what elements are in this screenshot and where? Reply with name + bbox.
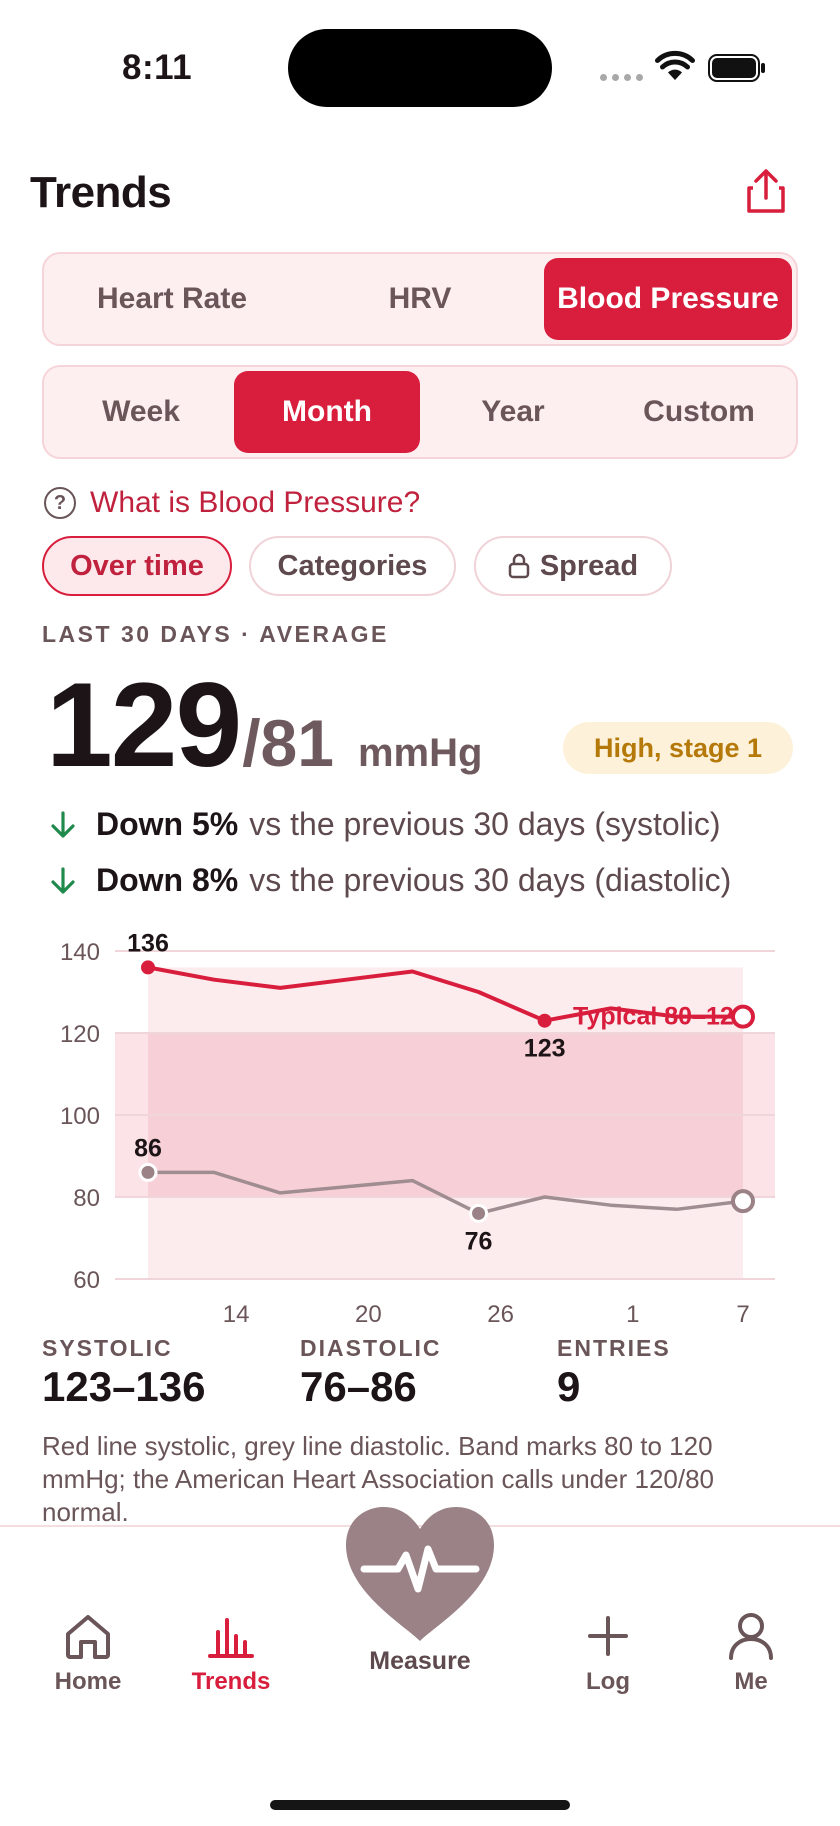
tab-heart-rate[interactable]: Heart Rate (48, 258, 296, 340)
stat-value-entries: 9 (557, 1363, 581, 1410)
tab-hrv[interactable]: HRV (296, 258, 544, 340)
point-label: 86 (134, 1134, 162, 1162)
y-tick-label: 80 (73, 1185, 100, 1212)
tab-trends[interactable]: Trends (161, 1612, 301, 1696)
tab-home-label: Home (54, 1668, 122, 1695)
cellular-signal-icon (600, 74, 644, 82)
systolic-point (141, 960, 155, 975)
share-icon[interactable] (744, 168, 788, 214)
systolic-point (537, 1013, 552, 1028)
trend-text: vs the previous 30 days (systolic) (249, 806, 721, 842)
dynamic-island (288, 29, 552, 107)
range-week[interactable]: Week (48, 371, 234, 453)
plus-icon (588, 1616, 628, 1656)
stat-label-systolic: SYSTOLIC (42, 1335, 173, 1361)
tab-trends-label: Trends (191, 1668, 271, 1695)
tab-me[interactable]: Me (681, 1612, 821, 1696)
heart-pulse-icon (346, 1507, 494, 1641)
average-reading: 129 /81 mmHg (46, 656, 482, 794)
x-tick-label: 20 (355, 1301, 382, 1328)
page-title: Trends (30, 168, 172, 217)
chip-spread-label: Spread (539, 549, 639, 582)
question-icon: ? (44, 487, 76, 519)
arrow-down-icon (51, 810, 75, 838)
y-tick-label: 140 (60, 939, 100, 966)
person-icon (729, 1613, 773, 1660)
tab-log-label: Log (586, 1668, 630, 1695)
x-tick-label: 14 (223, 1301, 250, 1328)
x-tick-label: 26 (487, 1301, 514, 1328)
diastolic-average: /81 (242, 706, 334, 780)
chip-categories[interactable]: Categories (249, 536, 456, 596)
range-custom[interactable]: Custom (606, 371, 792, 453)
lock-icon (508, 553, 530, 579)
point-label: 123 (524, 1035, 566, 1063)
trend-row-diastolic: Down 8% vs the previous 30 days (diastol… (46, 862, 731, 899)
tab-log[interactable]: Log (538, 1612, 678, 1696)
latest-diastolic-point (731, 1189, 755, 1214)
battery-icon (708, 54, 765, 82)
arrow-down-icon (51, 866, 75, 894)
chart-bars-icon (208, 1618, 254, 1658)
info-row[interactable]: ? What is Blood Pressure? (44, 486, 420, 520)
stat-value-systolic: 123–136 (42, 1363, 206, 1410)
stat-label-entries: ENTRIES (557, 1335, 671, 1361)
chip-over-time[interactable]: Over time (42, 536, 232, 596)
stat-value-diastolic: 76–86 (300, 1363, 417, 1410)
info-link[interactable]: What is Blood Pressure? (90, 486, 420, 520)
y-tick-label: 60 (73, 1267, 100, 1294)
blood-pressure-chart[interactable]: 1401201008060Typical 80–12014 20 26 1 713612… (0, 925, 840, 1330)
tab-me-label: Me (734, 1668, 768, 1695)
tab-blood-pressure[interactable]: Blood Pressure (544, 258, 792, 340)
wifi-icon (655, 50, 695, 80)
y-tick-label: 100 (60, 1103, 100, 1130)
x-tick-label: 7 (736, 1301, 749, 1328)
metric-segmented-control: Heart Rate HRV Blood Pressure (42, 252, 798, 346)
period-label: LAST 30 DAYS · AVERAGE (42, 621, 389, 647)
status-time: 8:11 (122, 48, 193, 87)
trend-change: Down 8% (96, 862, 239, 898)
home-indicator (270, 1800, 570, 1810)
point-label: 76 (465, 1227, 493, 1255)
measure-label: Measure (369, 1647, 471, 1675)
tab-home[interactable]: Home (18, 1612, 158, 1696)
y-tick-label: 120 (60, 1021, 100, 1048)
trend-text: vs the previous 30 days (diastolic) (249, 862, 732, 898)
systolic-average: 129 (46, 658, 242, 792)
range-month[interactable]: Month (234, 371, 420, 453)
chip-spread[interactable]: Spread (474, 536, 672, 596)
unit-label: mmHg (357, 731, 483, 775)
x-tick-label: 1 (626, 1301, 639, 1328)
diastolic-point (138, 1162, 158, 1182)
diastolic-point (469, 1203, 489, 1223)
range-segmented-control: Week Month Year Custom (42, 365, 798, 459)
trend-row-systolic: Down 5% vs the previous 30 days (systoli… (46, 806, 721, 843)
home-icon (66, 1615, 110, 1659)
stat-label-diastolic: DIASTOLIC (300, 1335, 442, 1361)
latest-systolic-point (731, 1004, 755, 1029)
trend-change: Down 5% (96, 806, 239, 842)
category-badge: High, stage 1 (563, 722, 793, 774)
point-label: 136 (127, 929, 169, 957)
measure-button[interactable]: Measure (342, 1505, 498, 1676)
range-year[interactable]: Year (420, 371, 606, 453)
